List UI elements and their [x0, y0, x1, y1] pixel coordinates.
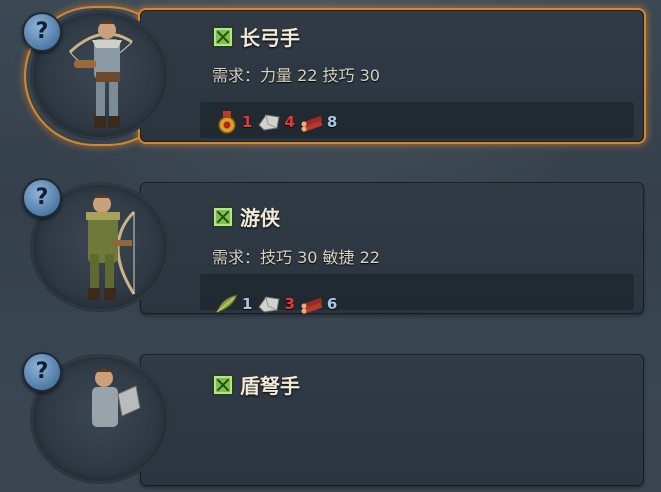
ranger-portrait	[86, 194, 136, 300]
checkbox-icon[interactable]	[212, 373, 234, 396]
help-button[interactable]: ?	[22, 12, 62, 52]
help-icon: ?	[35, 185, 49, 210]
unit-card-longbowman[interactable]: ? 长弓手 需求：力量 22 技巧 30 1 4 8	[22, 0, 644, 148]
unit-card-ranger[interactable]: ? 游侠 需求：技巧 30 敏捷 22 1 3 6	[22, 172, 644, 320]
unit-name: 盾弩手	[240, 374, 300, 398]
shield-crossbowman-portrait	[92, 368, 141, 427]
unit-name: 长弓手	[240, 26, 300, 50]
unit-card-shield-crossbowman[interactable]: ? 盾弩手	[22, 344, 644, 492]
cost-amount: 8	[326, 113, 338, 131]
cost-amount: 3	[284, 295, 295, 313]
unit-costs: 1 3 6	[214, 290, 339, 318]
help-button[interactable]: ?	[22, 352, 62, 392]
cost-amount: 1	[242, 113, 253, 131]
help-icon: ?	[35, 359, 49, 384]
unit-title: 盾弩手	[212, 370, 300, 399]
help-button[interactable]: ?	[22, 178, 62, 218]
checkbox-icon[interactable]	[212, 25, 234, 48]
wood-icon	[301, 297, 323, 315]
longbowman-portrait	[68, 20, 133, 128]
medal-icon	[218, 111, 236, 134]
checkbox-icon[interactable]	[212, 205, 234, 228]
cost-amount: 4	[284, 113, 295, 131]
unit-requirement: 需求：力量 22 技巧 30	[212, 66, 380, 85]
unit-requirement: 需求：技巧 30 敏捷 22	[212, 248, 380, 267]
feather-icon	[216, 294, 238, 313]
cost-amount: 6	[326, 295, 338, 313]
unit-title: 长弓手	[212, 22, 300, 51]
stone-icon	[258, 296, 281, 313]
help-icon: ?	[35, 19, 49, 44]
unit-name: 游侠	[240, 206, 280, 230]
wood-icon	[301, 115, 323, 133]
unit-costs: 1 4 8	[214, 108, 339, 136]
stone-icon	[258, 114, 281, 131]
unit-title: 游侠	[212, 202, 280, 231]
cost-amount: 1	[242, 295, 253, 313]
